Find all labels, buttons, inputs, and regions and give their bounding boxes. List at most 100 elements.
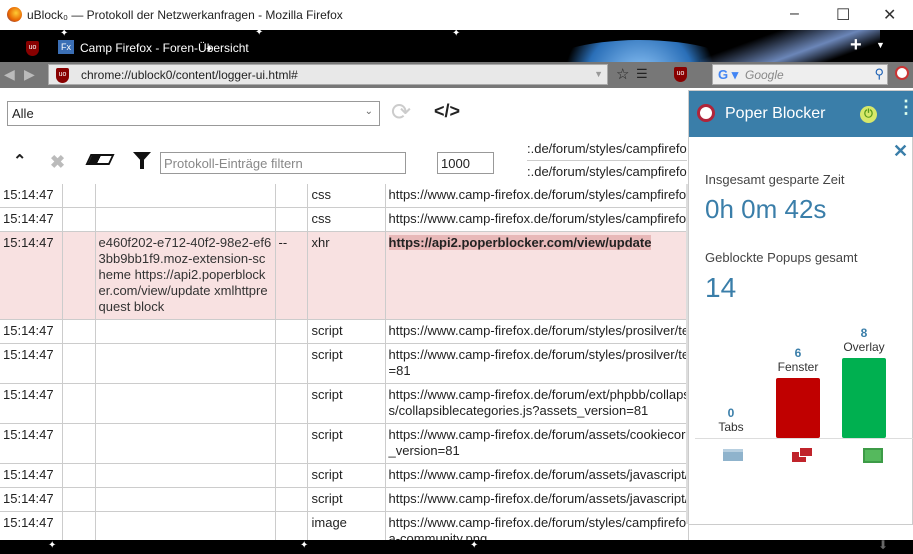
- flag-cell: [275, 423, 308, 464]
- search-icon[interactable]: ⚲: [874, 66, 884, 82]
- table-row[interactable]: 15:14:47 script https://www.camp-firefox.d…: [0, 343, 689, 384]
- chart-label-tabs: 0 Tabs: [709, 406, 753, 434]
- time-cell: 15:14:47: [0, 463, 63, 488]
- close-icon[interactable]: ✕: [893, 141, 908, 162]
- filter-input[interactable]: Protokoll-Einträge filtern: [160, 152, 406, 174]
- saved-time-value: 0h 0m 42s: [705, 194, 827, 224]
- power-icon[interactable]: ⏻: [860, 106, 877, 123]
- poper-blocker-logo-icon: [697, 104, 715, 122]
- close-button[interactable]: ✕: [883, 5, 896, 25]
- context-cell: [95, 383, 276, 424]
- tab-list-icon[interactable]: ▼: [876, 40, 885, 50]
- url-cell: https://www.camp-firefox.de/forum/ext/ph…: [385, 383, 689, 424]
- table-row[interactable]: 15:14:47 css https://www.camp-firefox.de/f…: [0, 184, 689, 208]
- reload-icon[interactable]: ⟳: [391, 98, 411, 127]
- site-favicon: Fx: [58, 40, 74, 54]
- table-row[interactable]: 15:14:47 e460f202-e712-40f2-98e2-ef63bb9b…: [0, 231, 689, 320]
- code-view-icon[interactable]: </>: [434, 101, 460, 122]
- type-cell: script: [307, 463, 386, 488]
- table-row[interactable]: 15:14:47 script https://www.camp-firefox.d…: [0, 319, 689, 344]
- url-text: https://www.camp-firefox.de/forum/styles…: [388, 323, 688, 338]
- title-bar: uBlock₀ — Protokoll der Netzwerkanfragen…: [0, 0, 913, 30]
- flag-cell: [275, 487, 308, 512]
- download-icon[interactable]: ⬇: [878, 538, 888, 552]
- type-cell: script: [307, 383, 386, 424]
- filler-cell: [62, 463, 96, 488]
- type-cell: xhr: [307, 231, 386, 320]
- context-cell: [95, 423, 276, 464]
- windows-icon: [799, 447, 813, 457]
- tab-camp-firefox[interactable]: uo Fx Camp Firefox - Foren-Übersicht: [8, 34, 268, 62]
- table-row[interactable]: 15:14:47 script https://www.camp-firefox.d…: [0, 463, 689, 488]
- maximize-button[interactable]: ☐: [836, 5, 850, 25]
- filler-cell: [62, 487, 96, 512]
- flag-cell: [275, 184, 308, 208]
- remove-icon[interactable]: ✖: [50, 152, 65, 173]
- table-row[interactable]: 15:14:47 script https://www.camp-firefox.d…: [0, 487, 689, 512]
- url-text: https://api2.poperblocker.com/view/updat…: [388, 235, 652, 250]
- poper-blocker-toolbar-icon[interactable]: [895, 66, 909, 80]
- bookmark-star-icon[interactable]: ☆: [616, 65, 629, 83]
- url-dropdown-icon[interactable]: ▼: [594, 69, 603, 79]
- time-cell: 15:14:47: [0, 207, 63, 232]
- popup-type-chart: 0 Tabs 6 Fenster 8 Overlay: [689, 316, 913, 438]
- chart-value: 6: [794, 346, 802, 360]
- time-cell: 15:14:47: [0, 231, 63, 320]
- url-cell: https://www.camp-firefox.de/forum/styles…: [385, 207, 689, 232]
- scroll-top-icon[interactable]: ⌃: [13, 151, 26, 171]
- minimize-button[interactable]: –: [790, 5, 799, 23]
- chart-category: Tabs: [718, 420, 744, 434]
- table-row[interactable]: 15:14:47 script https://www.camp-firefox.d…: [0, 423, 689, 464]
- chart-bar-overlay: [842, 358, 886, 438]
- eraser-icon[interactable]: [85, 154, 115, 165]
- time-cell: 15:14:47: [0, 343, 63, 384]
- time-cell: 15:14:47: [0, 184, 63, 208]
- saved-time-label: Insgesamt gesparte Zeit: [705, 172, 845, 187]
- type-cell: css: [307, 207, 386, 232]
- filler-cell: [62, 231, 96, 320]
- url-cell: https://www.camp-firefox.de/forum/assets…: [385, 423, 689, 464]
- filler-cell: [62, 423, 96, 464]
- type-cell: script: [307, 343, 386, 384]
- flag-cell: [275, 207, 308, 232]
- url-cell: https://www.camp-firefox.de/forum/styles…: [385, 319, 689, 344]
- tabs-icon: [723, 449, 743, 461]
- tab-filter-select[interactable]: Alle ⌄: [7, 101, 380, 126]
- time-cell: 15:14:47: [0, 319, 63, 344]
- filler-cell: [62, 343, 96, 384]
- flag-cell: [275, 383, 308, 424]
- table-row[interactable]: 15:14:47 script https://www.camp-firefox.d…: [0, 383, 689, 424]
- bottom-bar: ✦ ✦ ✦ ⬇: [0, 538, 913, 554]
- back-icon[interactable]: ◀: [4, 66, 15, 83]
- context-cell: [95, 184, 276, 208]
- context-cell: [95, 207, 276, 232]
- menu-dots-icon[interactable]: ⋮: [897, 98, 913, 116]
- ublock-toolbar-icon[interactable]: uo: [674, 67, 687, 82]
- chart-label-overlay: 8 Overlay: [842, 326, 886, 354]
- url-cell: https://www.camp-firefox.de/forum/styles…: [385, 343, 689, 384]
- overlay-icon: [863, 448, 883, 463]
- flag-cell: --: [275, 231, 308, 320]
- time-cell: 15:14:47: [0, 423, 63, 464]
- new-tab-button[interactable]: +: [850, 34, 862, 57]
- max-entries-input[interactable]: 1000: [437, 152, 494, 174]
- forward-icon[interactable]: ▶: [24, 66, 35, 83]
- url-bar[interactable]: uo chrome://ublock0/content/logger-ui.ht…: [48, 64, 608, 85]
- url-text: https://www.camp-firefox.de/forum/ext/ph…: [388, 387, 688, 418]
- flag-cell: [275, 343, 308, 384]
- chart-value: 0: [727, 406, 735, 420]
- url-text: https://www.camp-firefox.de/forum/styles…: [388, 187, 688, 202]
- url-text: chrome://ublock0/content/logger-ui.html#: [81, 68, 298, 82]
- ublock-icon: uo: [26, 41, 39, 56]
- url-text: https://www.camp-firefox.de/forum/assets…: [388, 427, 686, 458]
- flag-cell: [275, 319, 308, 344]
- poper-blocker-popup: Poper Blocker ⏻ ⋮ ✕ Insgesamt gesparte Z…: [688, 90, 913, 525]
- chart-value: 8: [860, 326, 868, 340]
- url-cell: https://www.camp-firefox.de/forum/assets…: [385, 487, 689, 512]
- reader-list-icon[interactable]: ☰: [636, 66, 648, 82]
- context-cell: e460f202-e712-40f2-98e2-ef63bb9bb1f9.moz…: [95, 231, 276, 320]
- context-cell: [95, 343, 276, 384]
- google-icon: G ▾: [718, 67, 739, 82]
- table-row[interactable]: 15:14:47 css https://www.camp-firefox.de/f…: [0, 207, 689, 232]
- search-bar[interactable]: G ▾ Google ⚲: [712, 64, 888, 85]
